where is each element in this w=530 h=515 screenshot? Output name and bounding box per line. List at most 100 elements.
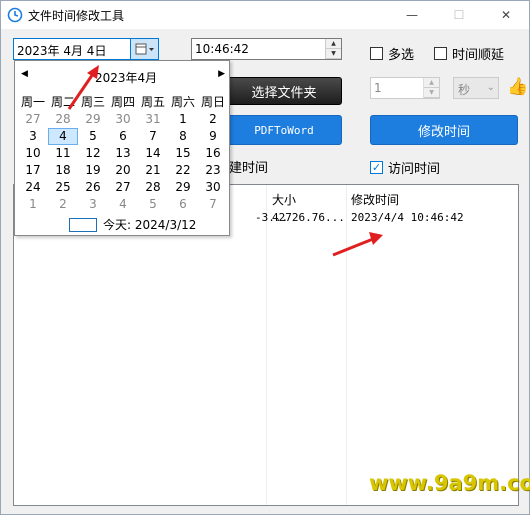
spin-up-icon[interactable]: ▲ — [326, 39, 341, 49]
time-value: 10:46:42 — [195, 42, 249, 56]
calendar-day[interactable]: 5 — [78, 128, 108, 145]
date-picker[interactable]: 2023年 4月 4日 — [13, 38, 159, 60]
access-time-label: 访问时间 — [388, 162, 441, 177]
calendar-day[interactable]: 30 — [198, 179, 228, 196]
spin-down-icon[interactable]: ▼ — [424, 88, 439, 98]
app-clock-icon — [7, 7, 23, 23]
thumbs-up-icon: 👍 — [507, 77, 529, 97]
calendar-day[interactable]: 27 — [108, 179, 138, 196]
calendar-day[interactable]: 3 — [18, 128, 48, 145]
close-button[interactable]: ✕ — [483, 3, 529, 27]
calendar-header: ◀ 2023年4月 ▶ — [15, 67, 231, 85]
weekday-label: 周四 — [110, 95, 135, 109]
calendar-day[interactable]: 27 — [18, 111, 48, 128]
offset-unit-value: 秒 — [458, 83, 471, 97]
time-spinner[interactable]: ▲ ▼ — [325, 39, 341, 59]
calendar-day[interactable]: 7 — [198, 196, 228, 213]
calendar-day[interactable]: 6 — [108, 128, 138, 145]
calendar-day[interactable]: 19 — [78, 162, 108, 179]
offset-unit-select[interactable]: 秒 ⌄ — [453, 77, 499, 99]
calendar-day[interactable]: 17 — [18, 162, 48, 179]
access-time-checkbox[interactable]: ✓ 访问时间 — [370, 158, 440, 177]
time-order-checkbox[interactable]: 时间顺延 — [434, 44, 504, 63]
time-order-label: 时间顺延 — [452, 48, 505, 63]
modify-time-button[interactable]: 修改时间 — [370, 115, 518, 145]
calendar-day[interactable]: 28 — [48, 111, 78, 128]
checkbox-box[interactable] — [370, 47, 383, 60]
offset-number-input[interactable]: 1 ▲ ▼ — [370, 77, 440, 99]
weekday-label: 周六 — [170, 95, 195, 109]
next-month-icon[interactable]: ▶ — [218, 69, 225, 79]
calendar-day[interactable]: 3 — [78, 196, 108, 213]
calendar-day[interactable]: 20 — [108, 162, 138, 179]
calendar-week-row: 27 28 29 30 31 1 2 — [18, 111, 228, 128]
calendar-day[interactable]: 21 — [138, 162, 168, 179]
create-time-label: 建时间 — [229, 161, 269, 176]
maximize-button[interactable]: ☐ — [436, 3, 482, 27]
calendar-day[interactable]: 1 — [168, 111, 198, 128]
pdf-to-word-button[interactable]: PDFToWord — [226, 115, 342, 145]
calendar-day[interactable]: 4 — [108, 196, 138, 213]
calendar-popup[interactable]: ◀ 2023年4月 ▶ 周一 周二 周三 周四 周五 周六 周日 27 28 29 30 31 1 2 3 4… — [14, 60, 230, 236]
weekday-row: 周一 周二 周三 周四 周五 周六 周日 — [18, 94, 228, 111]
spin-down-icon[interactable]: ▼ — [326, 49, 341, 59]
calendar-day[interactable]: 1 — [18, 196, 48, 213]
cell-size[interactable]: 42726.76... — [272, 211, 345, 224]
chevron-down-icon: ⌄ — [486, 82, 495, 93]
calendar-week-row: 3456789 — [18, 128, 228, 145]
column-divider[interactable] — [266, 185, 267, 505]
calendar-day[interactable]: 23 — [198, 162, 228, 179]
calendar-day[interactable]: 11 — [48, 145, 78, 162]
cell-modified[interactable]: 2023/4/4 10:46:42 — [351, 211, 464, 224]
calendar-day[interactable]: 26 — [78, 179, 108, 196]
date-value: 2023年 4月 4日 — [17, 44, 107, 58]
calendar-day[interactable]: 15 — [168, 145, 198, 162]
app-window: 文件时间修改工具 — ☐ ✕ 2023年 4月 4日 10:46:42 ▲ ▼ … — [0, 0, 530, 515]
calendar-day[interactable]: 12 — [78, 145, 108, 162]
calendar-day[interactable]: 2 — [198, 111, 228, 128]
calendar-month-title[interactable]: 2023年4月 — [95, 69, 157, 86]
column-divider[interactable] — [346, 185, 347, 505]
column-header-modified[interactable]: 修改时间 — [351, 191, 399, 208]
calendar-day[interactable]: 31 — [138, 111, 168, 128]
calendar-icon — [135, 43, 154, 55]
calendar-day[interactable]: 22 — [168, 162, 198, 179]
spin-up-icon[interactable]: ▲ — [424, 78, 439, 88]
multi-select-checkbox[interactable]: 多选 — [370, 44, 414, 63]
calendar-day[interactable]: 2 — [48, 196, 78, 213]
checkbox-box[interactable] — [434, 47, 447, 60]
calendar-day[interactable]: 9 — [198, 128, 228, 145]
column-header-size[interactable]: 大小 — [272, 191, 296, 208]
calendar-day[interactable]: 16 — [198, 145, 228, 162]
prev-month-icon[interactable]: ◀ — [21, 69, 28, 79]
calendar-day-selected[interactable]: 4 — [48, 128, 78, 145]
calendar-day[interactable]: 24 — [18, 179, 48, 196]
time-input[interactable]: 10:46:42 ▲ ▼ — [191, 38, 342, 60]
offset-spinner[interactable]: ▲ ▼ — [423, 78, 439, 98]
calendar-dropdown-button[interactable] — [130, 39, 158, 59]
calendar-week-row: 10 11 12 13 14 15 16 — [18, 145, 228, 162]
calendar-week-row: 1234567 — [18, 196, 228, 213]
minimize-button[interactable]: — — [389, 3, 435, 27]
select-folder-button[interactable]: 选择文件夹 — [226, 77, 342, 105]
weekday-label: 周三 — [80, 95, 105, 109]
calendar-day[interactable]: 30 — [108, 111, 138, 128]
checkmark-icon[interactable]: ✓ — [370, 161, 383, 174]
calendar-day[interactable]: 25 — [48, 179, 78, 196]
calendar-day[interactable]: 29 — [78, 111, 108, 128]
calendar-day[interactable]: 28 — [138, 179, 168, 196]
watermark-text: www.9a9m.com — [369, 471, 530, 495]
calendar-day[interactable]: 13 — [108, 145, 138, 162]
weekday-label: 周二 — [50, 95, 75, 109]
today-link[interactable]: 今天: 2024/3/12 — [69, 216, 196, 233]
today-marker-icon — [69, 217, 97, 232]
calendar-day[interactable]: 8 — [168, 128, 198, 145]
window-title: 文件时间修改工具 — [28, 9, 125, 23]
calendar-day[interactable]: 6 — [168, 196, 198, 213]
calendar-day[interactable]: 14 — [138, 145, 168, 162]
calendar-day[interactable]: 18 — [48, 162, 78, 179]
calendar-day[interactable]: 10 — [18, 145, 48, 162]
calendar-day[interactable]: 7 — [138, 128, 168, 145]
calendar-day[interactable]: 29 — [168, 179, 198, 196]
calendar-day[interactable]: 5 — [138, 196, 168, 213]
